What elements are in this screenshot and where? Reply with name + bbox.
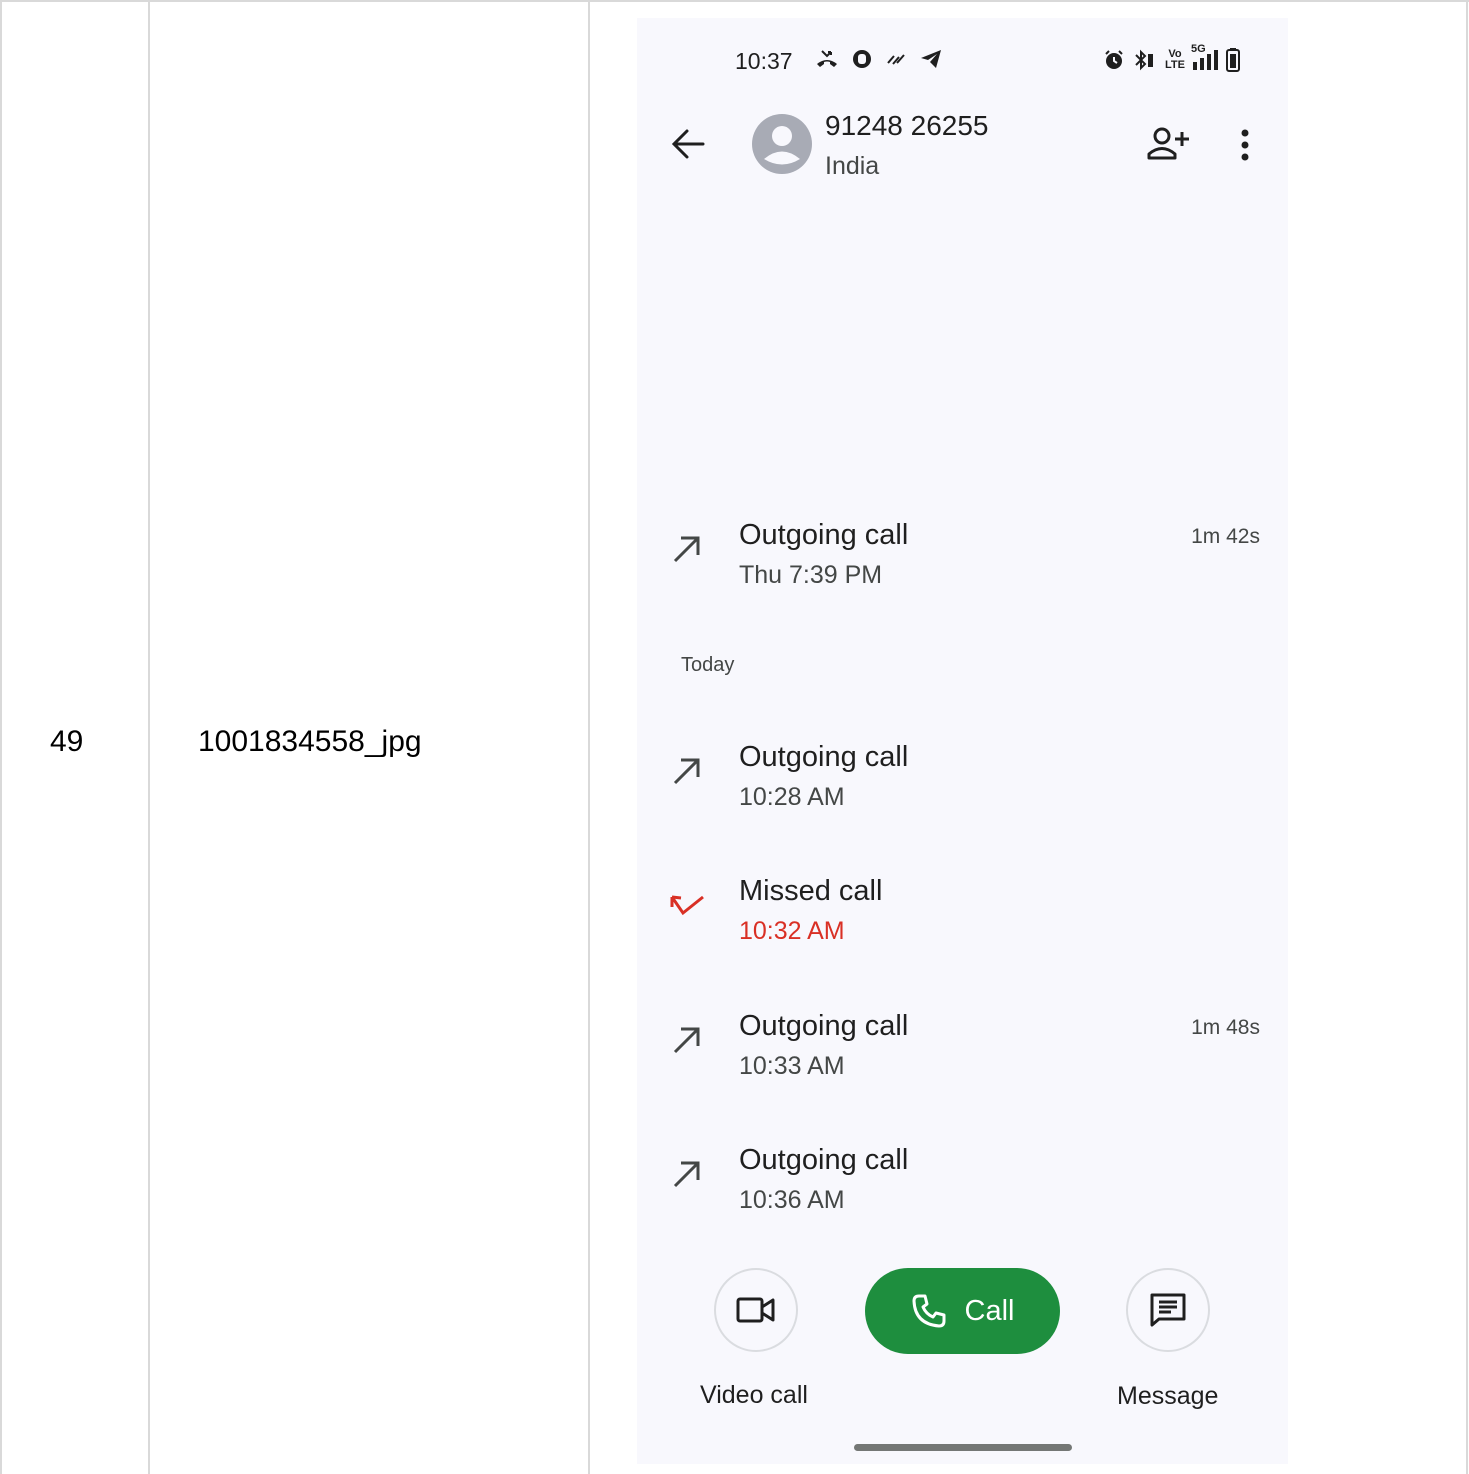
- call-type: Outgoing call: [739, 741, 909, 773]
- video-call-label: Video call: [700, 1381, 808, 1409]
- call-time: 10:36 AM: [739, 1186, 845, 1214]
- contact-country: India: [825, 152, 880, 180]
- key-notification-icon: [887, 54, 905, 65]
- call-type: Missed call: [739, 875, 883, 907]
- message-icon: [1150, 1293, 1186, 1327]
- status-icons-right: Vo LTE 5G: [1103, 44, 1240, 72]
- outgoing-call-icon: [673, 1161, 700, 1188]
- table-border-left: [0, 0, 2, 1474]
- video-camera-icon: [736, 1297, 775, 1323]
- signal-icon: 5G: [1191, 44, 1218, 70]
- call-entry[interactable]: Outgoing call Thu 7:39 PM 1m 42s: [637, 513, 1288, 603]
- volte-icon: Vo LTE: [1165, 49, 1185, 71]
- contact-avatar: [752, 114, 812, 174]
- video-call-button[interactable]: [714, 1268, 798, 1352]
- call-button-label: Call: [964, 1295, 1015, 1327]
- call-duration: 1m 42s: [1191, 525, 1260, 548]
- call-entry[interactable]: Missed call 10:32 AM: [637, 869, 1288, 959]
- contact-number: 91248 26255: [825, 110, 989, 141]
- call-button[interactable]: Call: [865, 1268, 1060, 1354]
- outgoing-call-icon: [673, 1027, 700, 1054]
- back-arrow-icon[interactable]: [671, 128, 705, 160]
- call-entry[interactable]: Outgoing call 10:28 AM: [637, 735, 1288, 825]
- row-filename: 1001834558_jpg: [198, 725, 422, 758]
- bluetooth-icon: [1135, 49, 1154, 71]
- section-header-today: Today: [681, 654, 735, 676]
- add-contact-icon[interactable]: [1147, 126, 1191, 162]
- table-border-col1: [148, 0, 150, 1474]
- call-time: 10:28 AM: [739, 783, 845, 811]
- table-border-top: [0, 0, 1469, 2]
- telegram-icon: [921, 50, 941, 68]
- outgoing-call-icon: [673, 758, 700, 785]
- app-notification-icon: [853, 50, 871, 68]
- table-border-col2: [588, 0, 590, 1474]
- battery-icon: [1226, 48, 1240, 72]
- volte-bottom: LTE: [1165, 59, 1185, 71]
- call-type: Outgoing call: [739, 1144, 909, 1176]
- call-entry[interactable]: Outgoing call 10:36 AM: [637, 1138, 1288, 1228]
- call-duration: 1m 48s: [1191, 1016, 1260, 1039]
- status-icons-left: [815, 48, 943, 70]
- message-button[interactable]: [1126, 1268, 1210, 1352]
- call-type: Outgoing call: [739, 1010, 909, 1042]
- missed-call-icon: [670, 895, 704, 916]
- row-index: 49: [50, 725, 84, 758]
- call-type: Outgoing call: [739, 519, 909, 551]
- alarm-icon: [1105, 50, 1123, 69]
- table-border-right: [1466, 0, 1468, 1474]
- message-label: Message: [1117, 1382, 1219, 1410]
- call-time: 10:33 AM: [739, 1052, 845, 1080]
- missed-call-notification-icon: [817, 50, 837, 67]
- call-time: Thu 7:39 PM: [739, 561, 883, 589]
- call-time: 10:32 AM: [739, 917, 845, 945]
- home-indicator[interactable]: [854, 1444, 1072, 1451]
- call-entry[interactable]: Outgoing call 10:33 AM 1m 48s: [637, 1004, 1288, 1094]
- network-type: 5G: [1191, 43, 1206, 55]
- phone-icon: [912, 1294, 946, 1328]
- outgoing-call-icon: [673, 536, 700, 563]
- more-options-icon[interactable]: [1237, 128, 1253, 162]
- status-time: 10:37: [735, 48, 793, 74]
- phone-screenshot: 10:37 Vo LTE 5G 91248 26255 India Outgoi…: [637, 18, 1288, 1464]
